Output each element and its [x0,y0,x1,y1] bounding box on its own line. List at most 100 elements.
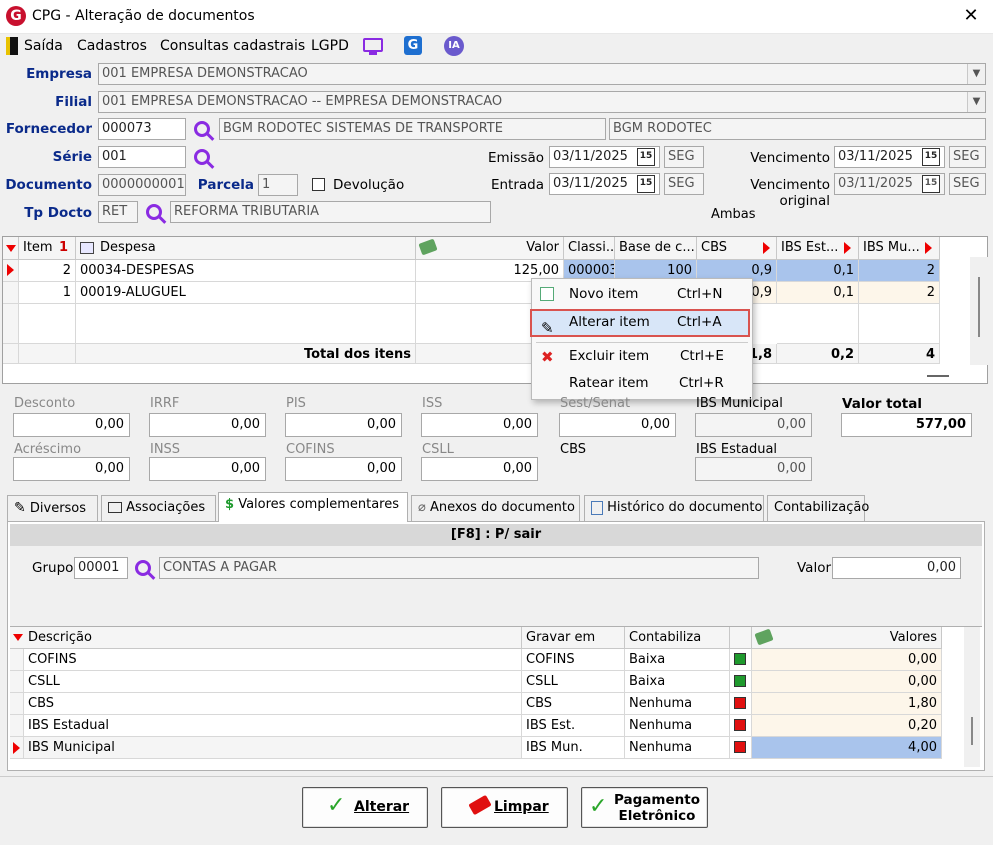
table-cell[interactable]: IBS Estadual [24,715,522,737]
tab-valores-complementares[interactable]: $ Valores complementares [218,492,408,522]
tab-historico[interactable]: Histórico do documento [584,495,764,521]
col-ibs-mun[interactable]: IBS Mu... [859,237,940,260]
calendar-icon[interactable]: 15 [922,175,940,193]
col-despesa[interactable]: Despesa [76,237,416,260]
serie-input[interactable]: 001 [98,146,186,168]
filial-combo[interactable]: 001 EMPRESA DEMONSTRACAO -- EMPRESA DEMO… [98,91,986,113]
table-cell[interactable]: Nenhuma [625,737,730,759]
scrollbar-thumb[interactable] [971,717,973,745]
empresa-combo[interactable]: 001 EMPRESA DEMONSTRACAO ▼ [98,63,986,85]
monitor-icon[interactable] [363,38,383,52]
search-icon[interactable] [194,149,210,165]
venc-original-date-input[interactable]: 03/11/2025 15 [834,173,945,195]
sest-field[interactable]: 0,00 [559,413,676,437]
irrf-field[interactable]: 0,00 [149,413,266,437]
table-cell[interactable]: COFINS [522,649,625,671]
table-cell[interactable] [859,304,940,344]
table-cell[interactable]: 0,00 [752,649,942,671]
alterar-button[interactable]: ✓ Alterar [302,787,428,828]
tab-anexos[interactable]: ⌀ Anexos do documento [411,495,580,521]
table-cell[interactable]: 4,00 [752,737,942,759]
table-cell[interactable]: 0,20 [752,715,942,737]
table-cell[interactable]: IBS Mun. [522,737,625,759]
col-ibs-est[interactable]: IBS Est... [777,237,859,260]
tab-contabilizacao[interactable]: Contabilização [767,495,869,521]
table-cell[interactable] [777,304,859,344]
search-icon[interactable] [194,121,210,137]
parcela-input[interactable]: 1 [258,174,298,196]
table-cell[interactable]: Nenhuma [625,715,730,737]
table-cell[interactable] [76,304,416,344]
inss-field[interactable]: 0,00 [149,457,266,481]
grupo-code-input[interactable]: 00001 [74,557,128,579]
menu-item-alterar[interactable]: ✎ Alterar item Ctrl+A [530,309,750,337]
col-base[interactable]: Base de c... [615,237,697,260]
table-cell[interactable]: Nenhuma [625,693,730,715]
table-cell[interactable]: 2 [859,260,940,282]
col-cbs[interactable]: CBS [697,237,777,260]
devolucao-checkbox[interactable] [312,178,325,191]
tpdocto-code-input[interactable]: RET [98,201,138,223]
fornecedor-code-input[interactable]: 000073 [98,118,186,140]
col-valor[interactable]: Valor [416,237,564,260]
table-cell[interactable]: Baixa [625,671,730,693]
entrada-date-input[interactable]: 03/11/2025 15 [549,173,660,195]
status-cell[interactable] [730,737,752,759]
table-cell[interactable]: IBS Municipal [24,737,522,759]
table-cell[interactable]: 0,00 [752,671,942,693]
menu-item-ratear[interactable]: Ratear item Ctrl+R [532,370,752,397]
table-cell[interactable]: 1 [19,282,76,304]
col-valores[interactable]: Valores [752,627,942,649]
col-descricao[interactable]: Descrição [10,627,522,649]
table-cell[interactable] [19,304,76,344]
menu-cadastros[interactable]: Cadastros [77,38,147,54]
tab-diversos[interactable]: ✎ Diversos [7,495,98,521]
table-cell[interactable]: CBS [24,693,522,715]
chevron-down-icon[interactable]: ▼ [967,64,985,84]
table-cell[interactable]: CSLL [522,671,625,693]
chevron-down-icon[interactable]: ▼ [967,92,985,112]
status-cell[interactable] [730,671,752,693]
table-cell[interactable]: CSLL [24,671,522,693]
table-cell[interactable]: IBS Est. [522,715,625,737]
exit-door-icon[interactable] [6,37,18,55]
table-cell[interactable]: 00019-ALUGUEL [76,282,416,304]
close-icon[interactable]: ✕ [960,5,982,26]
g-app-icon[interactable]: G [404,36,422,55]
status-cell[interactable] [730,715,752,737]
scrollbar-thumb[interactable] [978,277,980,337]
table-cell[interactable]: CBS [522,693,625,715]
splitter-handle[interactable] [927,375,949,377]
menu-item-excluir[interactable]: ✖ Excluir item Ctrl+E [532,343,752,370]
table-cell[interactable]: Baixa [625,649,730,671]
desconto-field[interactable]: 0,00 [13,413,130,437]
table-cell[interactable]: 00034-DESPESAS [76,260,416,282]
ia-icon[interactable]: IA [444,36,464,56]
limpar-button[interactable]: Limpar [441,787,568,828]
col-gravar[interactable]: Gravar em [522,627,625,649]
status-cell[interactable] [730,649,752,671]
valor-input[interactable]: 0,00 [832,557,961,579]
calendar-icon[interactable]: 15 [637,148,655,166]
status-cell[interactable] [730,693,752,715]
table-cell[interactable]: 0,1 [777,282,859,304]
iss-field[interactable]: 0,00 [421,413,538,437]
tab-associacoes[interactable]: Associações [101,495,216,521]
pis-field[interactable]: 0,00 [285,413,402,437]
vencimento-date-input[interactable]: 03/11/2025 15 [834,146,945,168]
emissao-date-input[interactable]: 03/11/2025 15 [549,146,660,168]
table-cell[interactable]: 2 [19,260,76,282]
pagamento-eletronico-button[interactable]: ✓ Pagamento Eletrônico [581,787,708,828]
col-classi[interactable]: Classi... [564,237,615,260]
menu-saida[interactable]: Saída [24,38,63,54]
vertical-scrollbar[interactable] [964,627,980,767]
menu-item-novo[interactable]: Novo item Ctrl+N [532,281,752,308]
cofins-field[interactable]: 0,00 [285,457,402,481]
col-item[interactable]: Item 1 [19,237,76,260]
vertical-scrollbar[interactable] [970,257,988,365]
table-cell[interactable]: 1,80 [752,693,942,715]
acrescimo-field[interactable]: 0,00 [13,457,130,481]
documento-input[interactable]: 0000000001 [98,174,186,196]
search-icon[interactable] [135,560,151,576]
table-cell[interactable]: 2 [859,282,940,304]
